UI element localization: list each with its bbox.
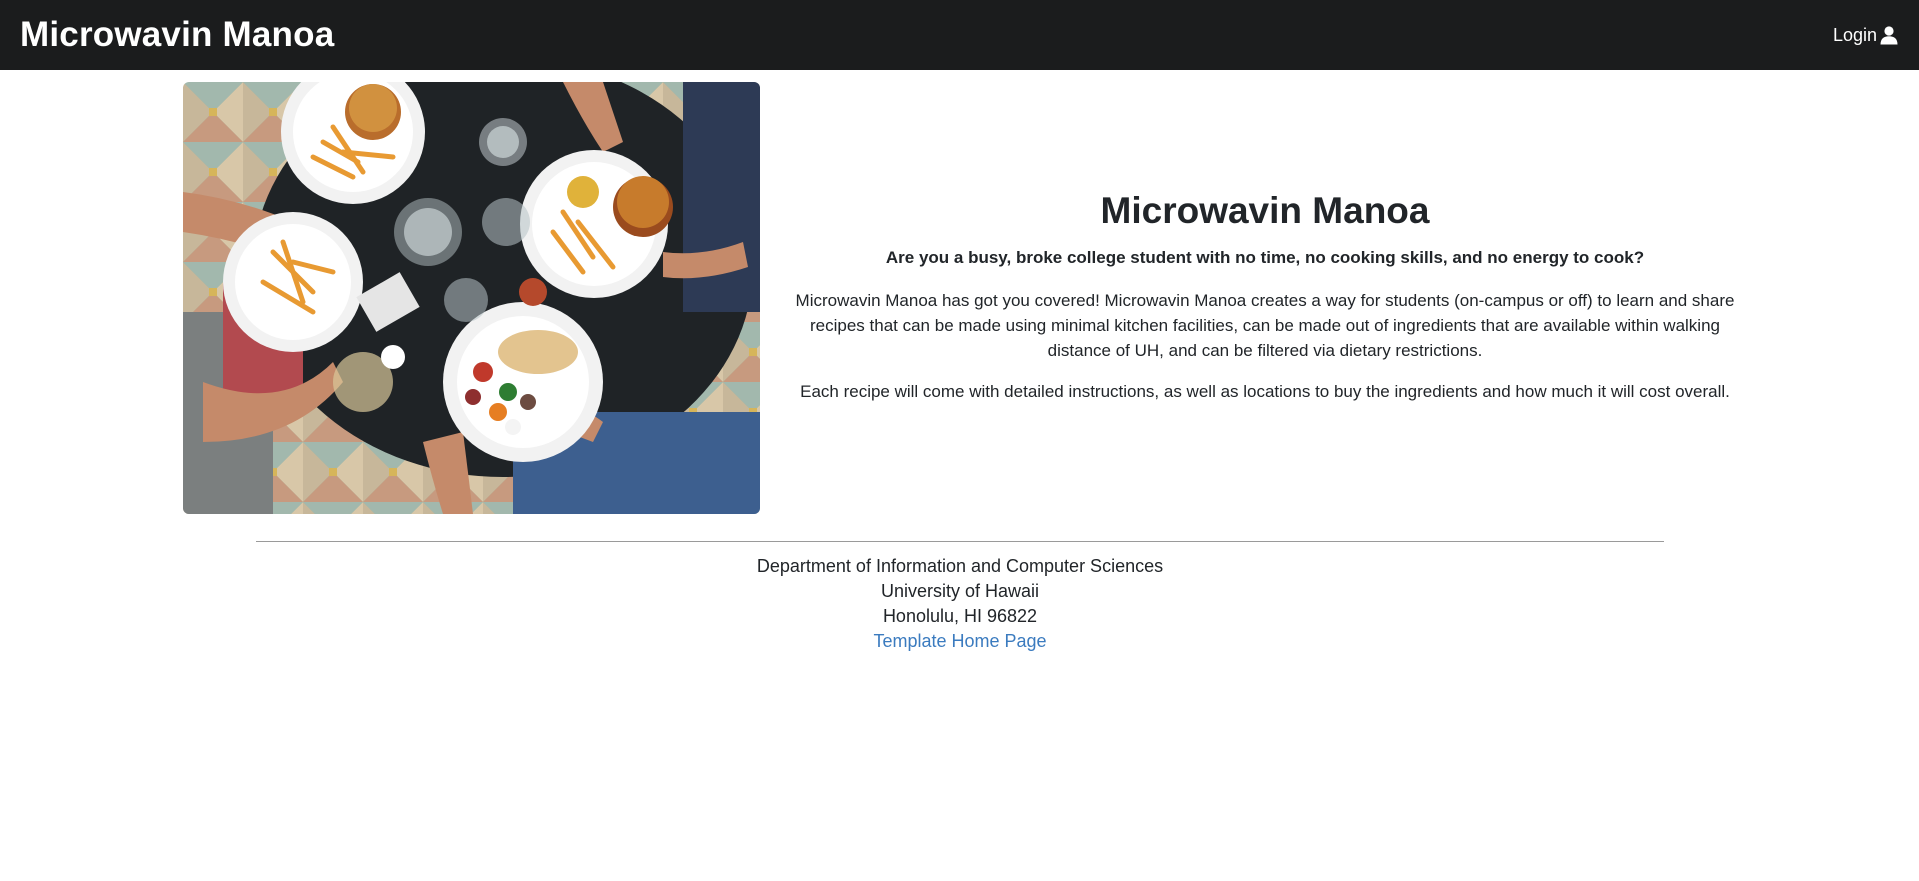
food-table-photo-icon [183, 82, 760, 514]
hero-paragraph-1: Microwavin Manoa has got you covered! Mi… [795, 291, 1735, 360]
footer-university: University of Hawaii [880, 581, 1040, 601]
footer-department: Department of Information and Computer S… [756, 556, 1164, 576]
hero-text: Microwavin Manoa Are you a busy, broke c… [780, 180, 1750, 420]
hero-image [183, 82, 760, 514]
hero-paragraph-2: Each recipe will come with detailed inst… [800, 382, 1730, 401]
footer: Department of Information and Computer S… [256, 541, 1664, 654]
footer-address: Honolulu, HI 96822 [882, 606, 1038, 626]
template-home-link[interactable]: Template Home Page [873, 631, 1046, 651]
top-navbar: Microwavin Manoa Login [0, 0, 1919, 70]
login-label: Login [1832, 24, 1877, 45]
login-dropdown[interactable]: Login [1833, 25, 1899, 46]
user-icon [1880, 26, 1898, 45]
brand-link[interactable]: Microwavin Manoa [20, 15, 334, 55]
hero-lead: Are you a busy, broke college student wi… [885, 248, 1645, 267]
hero-title: Microwavin Manoa [1100, 190, 1430, 231]
